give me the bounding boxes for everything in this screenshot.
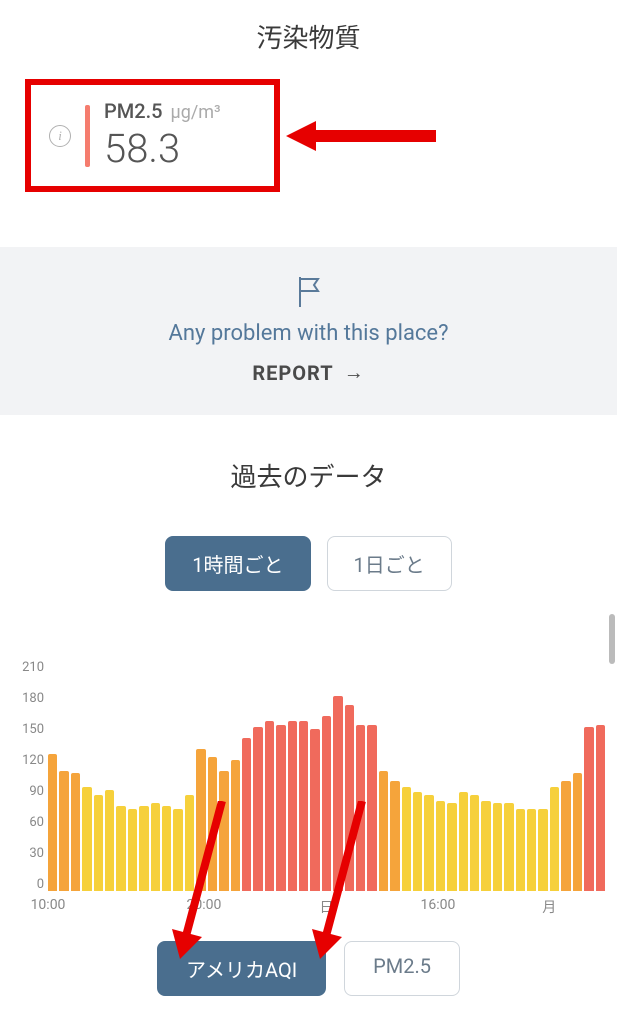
chart-bar[interactable] (59, 771, 68, 891)
chart-bar[interactable] (333, 696, 342, 891)
metric-tabs: アメリカAQI PM2.5 (0, 941, 617, 1016)
report-button[interactable]: REPORT → (252, 360, 364, 385)
pollutant-value: 58.3 (104, 125, 221, 172)
chart-x-tick: 10:00 (31, 897, 66, 913)
flag-icon (0, 275, 617, 313)
chart-bar[interactable] (356, 725, 365, 891)
chart-bar[interactable] (105, 790, 114, 891)
chart-bar[interactable] (436, 801, 445, 891)
chart-bar[interactable] (345, 705, 354, 891)
chart-bar[interactable] (299, 721, 308, 891)
chart-bar[interactable] (116, 806, 125, 891)
chart-bar[interactable] (413, 792, 422, 891)
chart-bar[interactable] (219, 771, 228, 891)
chart-bar[interactable] (94, 795, 103, 891)
interval-tabs: 1時間ごと 1日ごと (0, 536, 617, 591)
chart-x-tick: 16:00 (420, 897, 455, 913)
chart-bar[interactable] (538, 809, 547, 891)
chart-bar[interactable] (196, 749, 205, 891)
chart-y-tick: 120 (12, 754, 44, 767)
chart-bar[interactable] (504, 803, 513, 891)
chart-y-tick: 90 (12, 785, 44, 798)
pollutant-section-title: 汚染物質 (0, 0, 617, 69)
chart-x-axis: 10:0020:00日16:00月 (48, 897, 605, 917)
chart-bar[interactable] (173, 809, 182, 891)
chart-bar[interactable] (253, 727, 262, 891)
chart-bar[interactable] (128, 809, 137, 891)
chart-bar[interactable] (527, 809, 536, 891)
chart-bar[interactable] (493, 803, 502, 891)
chart-bar[interactable] (162, 806, 171, 891)
chart-bar[interactable] (71, 773, 80, 891)
chart-bar[interactable] (265, 721, 274, 891)
chart-bar[interactable] (516, 809, 525, 891)
chart-bar[interactable] (379, 771, 388, 891)
chart-x-tick: 日 (320, 897, 334, 917)
report-question: Any problem with this place? (0, 321, 617, 346)
chart-y-tick: 150 (12, 723, 44, 736)
chart-y-tick: 180 (12, 692, 44, 705)
annotation-arrow-left (286, 116, 436, 156)
history-chart: 0 30 60 90 120 150 180 210 10:00 20:00 日 16:00 月 (12, 661, 605, 931)
chart-bar[interactable] (276, 725, 285, 891)
chart-bar[interactable] (310, 729, 319, 891)
chart-x-tick: 月 (542, 897, 556, 917)
chart-bar[interactable] (550, 787, 559, 891)
scrollbar[interactable] (609, 614, 615, 664)
chart-bar[interactable] (322, 716, 331, 891)
chart-bar[interactable] (139, 806, 148, 891)
chart-bar[interactable] (185, 795, 194, 891)
chart-y-tick: 60 (12, 816, 44, 829)
severity-bar (85, 105, 90, 167)
tab-aqi[interactable]: アメリカAQI (157, 941, 326, 996)
chart-bar[interactable] (48, 754, 57, 891)
chart-bar[interactable] (470, 795, 479, 891)
chart-bar[interactable] (424, 795, 433, 891)
pollutant-name: PM2.5 (104, 99, 163, 123)
pollutant-card[interactable]: i PM2.5 µg/m³ 58.3 (25, 79, 280, 192)
chart-bar[interactable] (242, 738, 251, 891)
chart-plot-area (48, 661, 605, 891)
chart-bar[interactable] (151, 803, 160, 891)
chart-bar[interactable] (596, 725, 605, 891)
chart-bar[interactable] (584, 727, 593, 891)
chart-y-axis: 0 30 60 90 120 150 180 210 (12, 661, 44, 891)
chart-bar[interactable] (367, 725, 376, 891)
chart-bar[interactable] (402, 787, 411, 891)
chart-bar[interactable] (447, 803, 456, 891)
tab-hourly[interactable]: 1時間ごと (165, 536, 310, 591)
history-section-title: 過去のデータ (0, 415, 617, 508)
report-button-label: REPORT (252, 361, 333, 385)
chart-bar[interactable] (561, 781, 570, 891)
tab-daily[interactable]: 1日ごと (327, 536, 452, 591)
chart-x-tick: 20:00 (187, 897, 222, 913)
pollutant-unit: µg/m³ (171, 102, 221, 123)
chart-y-tick: 30 (12, 847, 44, 860)
chart-bar[interactable] (288, 721, 297, 891)
chart-y-tick: 210 (12, 661, 44, 674)
chart-bar[interactable] (573, 773, 582, 891)
info-icon[interactable]: i (49, 125, 71, 147)
chart-bar[interactable] (82, 787, 91, 891)
arrow-right-icon: → (344, 360, 365, 385)
chart-y-tick: 0 (12, 878, 44, 891)
chart-bar[interactable] (459, 792, 468, 891)
chart-bar[interactable] (390, 781, 399, 891)
tab-pm25[interactable]: PM2.5 (344, 941, 460, 996)
report-panel: Any problem with this place? REPORT → (0, 247, 617, 415)
chart-bar[interactable] (231, 760, 240, 891)
chart-bar[interactable] (208, 757, 217, 891)
chart-bar[interactable] (481, 801, 490, 891)
